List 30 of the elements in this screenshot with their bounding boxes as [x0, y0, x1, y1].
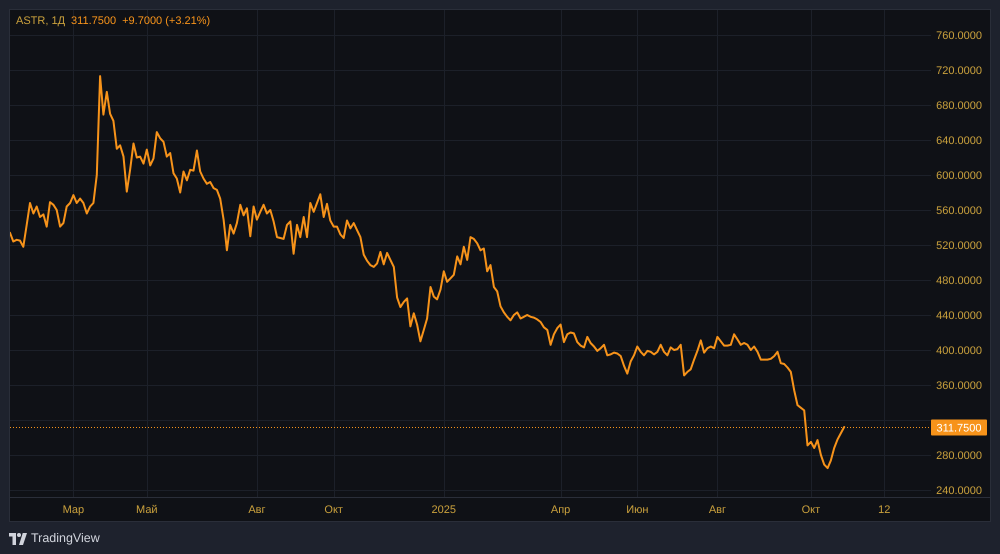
time-axis-label: Окт	[324, 504, 343, 516]
price-axis-label: 560.0000	[936, 205, 982, 218]
price-change-value: +9.7000 (+3.21%)	[122, 14, 210, 28]
time-axis-label: Мар	[62, 504, 84, 516]
symbol-label: ASTR, 1Д	[16, 14, 66, 28]
last-price-value: 311.7500	[71, 14, 116, 28]
price-axis-label: 240.0000	[936, 485, 982, 497]
price-axis-label: 360.0000	[936, 380, 982, 392]
price-axis-label: 720.0000	[936, 65, 982, 78]
price-axis-label: 280.0000	[936, 450, 982, 462]
price-axis-label: 480.0000	[936, 275, 982, 287]
price-axis-label: 600.0000	[936, 170, 982, 182]
last-price-label: 311.7500	[931, 420, 987, 436]
price-axis-label: 640.0000	[936, 135, 982, 148]
time-axis-label: Июн	[626, 504, 648, 516]
time-axis-label: Май	[136, 504, 158, 516]
price-axis-label: 440.0000	[936, 310, 982, 322]
price-axis-label: 760.0000	[936, 30, 982, 42]
ref-line-label: 311.7500	[936, 422, 982, 434]
price-axis-label: 520.0000	[936, 240, 982, 252]
logo-icon	[9, 531, 27, 545]
time-axis-label: 2025	[432, 504, 456, 516]
price-axis-label: 680.0000	[936, 100, 982, 112]
time-axis-label: Авг	[248, 504, 266, 516]
brand-name: TradingView	[31, 530, 100, 546]
time-axis-label: Окт	[802, 504, 820, 516]
time-axis-label: Апр	[550, 504, 570, 516]
price-axis-label: 400.0000	[936, 345, 982, 357]
time-axis-label: 12	[878, 504, 890, 516]
time-axis-label: Авг	[708, 504, 726, 516]
